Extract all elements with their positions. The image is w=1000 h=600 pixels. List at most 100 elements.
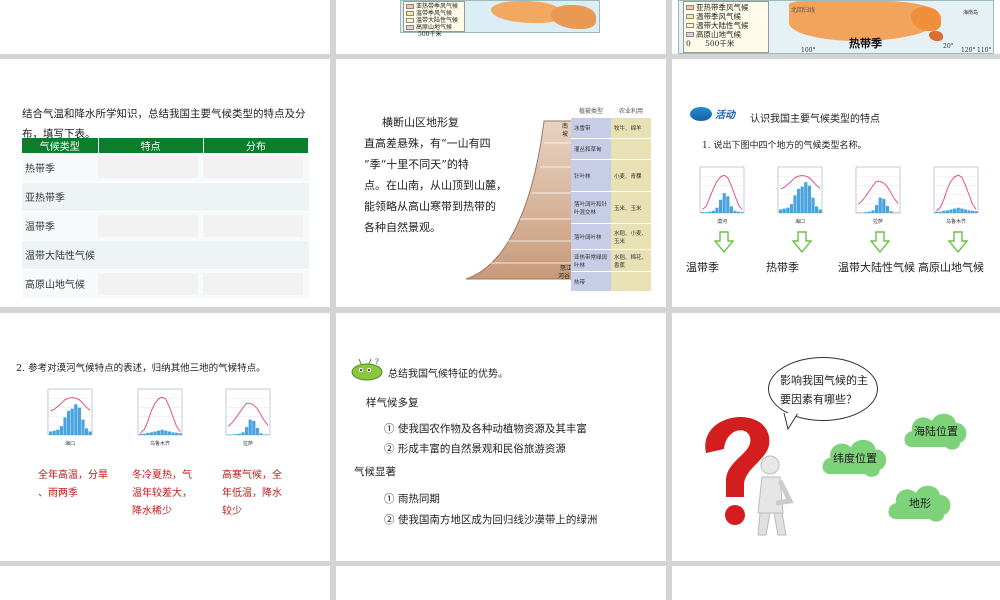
slide-climate-table[interactable]: 结合气温和降水所学知识，总结我国主要气候类型的特点及分布，填写下表。 气候类型 … <box>0 59 330 307</box>
precip-bar <box>175 432 179 435</box>
precip-bar <box>800 186 804 213</box>
scale-label: 500千米 <box>705 39 735 48</box>
agri-cell: 玉米、玉米 <box>611 192 651 223</box>
chart-station-label: 乌鲁木齐 <box>150 440 170 447</box>
table-row: 亚热带季 <box>22 182 309 212</box>
slide-bottom-left[interactable] <box>0 566 330 600</box>
precip-bar <box>67 410 71 435</box>
precip-bar <box>178 433 182 435</box>
down-arrow-icon <box>792 231 812 253</box>
slide-climate-features[interactable]: 2. 参考对漠河气候特点的表述，归纳其他三地的气候特点。 海口 乌鲁木齐 拉萨 全年… <box>0 313 330 561</box>
table-row: 高原山地气候 <box>22 269 309 299</box>
table-cell-type: 高原山地气候 <box>22 269 98 299</box>
legend-swatch <box>686 23 694 28</box>
table-cell-distribution[interactable] <box>203 182 309 212</box>
vegetation-row: 亚热带常绿阔叶林 水稻、棉花、香蕉 <box>571 250 651 272</box>
precip-bar <box>878 197 882 213</box>
svg-text:?: ? <box>375 358 379 366</box>
table-cell-feature[interactable] <box>98 211 204 241</box>
veg-cell: 冰雪带 <box>571 118 611 138</box>
precip-bar <box>971 210 975 213</box>
slide-top-left[interactable] <box>0 0 330 54</box>
precip-bar <box>889 211 893 213</box>
slide-top-middle[interactable]: 亚热带季风气候 温带季风气候 温带大陆性气候 高原山地气候 500千米 <box>336 0 666 54</box>
precip-bar <box>797 188 801 213</box>
precip-bar <box>715 207 719 213</box>
cloud-sea-land-position: 海陆位置 <box>902 409 970 453</box>
mini-climate-chart: 乌鲁木齐 <box>137 388 183 447</box>
longitude-label-3: 110° <box>977 47 992 54</box>
veg-cell: 亚热带常绿阔叶林 <box>571 250 611 271</box>
precip-bar <box>237 433 241 435</box>
table-cell-distribution[interactable] <box>203 240 309 270</box>
precip-bar <box>867 211 871 213</box>
precip-bar <box>949 209 953 213</box>
map-legend: 亚热带季风气候 温带季风气候 温带大陆性气候 高原山地气候 500千米 <box>403 1 465 38</box>
latitude-label: 20° <box>943 43 954 50</box>
precip-bar <box>733 210 737 213</box>
precip-bar <box>149 432 153 435</box>
vegetation-table-header: 植被类型 农业利用 <box>571 106 651 118</box>
vegetation-row: 针叶林 小麦、青稞 <box>571 160 651 192</box>
table-cell-distribution[interactable] <box>203 153 309 183</box>
precip-bar <box>160 429 164 435</box>
precip-bar <box>74 404 78 435</box>
table-header-type: 气候类型 <box>22 138 99 153</box>
veg-cell: 落叶阔叶林 <box>571 224 611 249</box>
climate-answer-4: 高原山地气候 <box>918 261 984 274</box>
feature-desc-2: 冬冷夏热，气 温年较差大， 降水稀少 <box>132 467 192 521</box>
legend-label: 亚热带季风气候 <box>416 3 459 10</box>
precip-bar <box>871 210 875 213</box>
vegetation-row: 热带 <box>571 272 651 292</box>
vegetation-row: 冰雪带 牧牛、绵羊 <box>571 118 651 139</box>
precip-bar <box>789 204 793 213</box>
question-mark-figure-icon <box>705 416 794 536</box>
island-label: 海南岛 <box>963 10 979 16</box>
vegetation-row: 落叶阔叶和针叶混交林 玉米、玉米 <box>571 192 651 224</box>
tropic-label: 北回归线 <box>791 7 816 14</box>
slide-bottom-right[interactable] <box>672 566 1000 600</box>
table-cell-feature[interactable] <box>98 182 204 212</box>
desc-line: 高寒气候，全 <box>222 470 282 481</box>
advantage-item-2: ② 形成丰富的自然景观和民俗旅游资源 <box>384 443 566 455</box>
mini-climate-chart: 拉萨 <box>855 166 901 225</box>
slope-top-label-2: 坡 <box>562 131 569 138</box>
precip-bar <box>737 211 741 213</box>
mini-climate-chart: 海口 <box>777 166 823 225</box>
slide-bottom-middle[interactable] <box>336 566 666 600</box>
slide-activity-climate-types[interactable]: 活动 认识我国主要气候类型的特点 1. 说出下图中四个地方的气候类型名称。 漠河… <box>672 59 1000 307</box>
slide-climate-advantages[interactable]: ? 总结我国气候特征的优势。 样气候多复 ① 使我国农作物及各种动植物资源及其丰… <box>336 313 666 561</box>
land-shape-2 <box>551 5 596 29</box>
table-cell-distribution[interactable] <box>203 211 309 241</box>
vegetation-row: 落叶阔叶林 水稻、小麦、玉米 <box>571 224 651 250</box>
table-cell-feature[interactable] <box>98 153 204 183</box>
precip-bar <box>882 198 886 213</box>
precip-bar <box>864 212 868 213</box>
slide-hengduan-mountains[interactable]: 横断山区地形复 直高差悬殊，有“一山有四 ”季“十里不同天”的特 点。在山南，从… <box>336 59 666 307</box>
precip-bar <box>56 429 60 435</box>
precip-bar <box>248 419 252 435</box>
veg-cell: 灌丛和草甸 <box>571 139 611 159</box>
vegetation-row: 灌丛和草甸 <box>571 139 651 160</box>
cell-fill <box>203 272 304 295</box>
table-cell-type: 温带季 <box>22 211 98 241</box>
down-arrow-icon <box>714 231 734 253</box>
legend-row: 温带大陆性气候 <box>406 17 462 24</box>
slide-top-right[interactable]: 亚热带季风气候 温带季风气候 温带大陆性气候 高原山地气候 0 500千米 北回… <box>672 0 1000 54</box>
table-cell-distribution[interactable] <box>203 269 309 299</box>
down-arrow-icon <box>948 231 968 253</box>
agri-cell: 水稻、小麦、玉米 <box>611 224 651 249</box>
chart-station-label: 拉萨 <box>243 440 253 447</box>
climate-answer-3: 温带大陆性气候 <box>838 261 915 274</box>
map-overlay-label: 热带季 <box>849 37 882 50</box>
precip-bar <box>956 207 960 213</box>
slide-climate-factors[interactable]: 影响我国气候的主要因素有哪些？ 海陆位置 纬度位置 地形 <box>672 313 1000 561</box>
table-cell-feature[interactable] <box>98 269 204 299</box>
climate-table: 气候类型 特点 分布 热带季 亚热带季 温带季 温带大陆性气候 高原山地气候 <box>22 138 310 299</box>
activity-swoosh-icon <box>690 106 712 121</box>
precip-bar <box>779 209 783 213</box>
desc-line: 降水稀少 <box>132 506 172 517</box>
cloud-terrain: 地形 <box>886 481 954 525</box>
table-cell-feature[interactable] <box>98 240 204 270</box>
precip-bar <box>729 206 733 213</box>
